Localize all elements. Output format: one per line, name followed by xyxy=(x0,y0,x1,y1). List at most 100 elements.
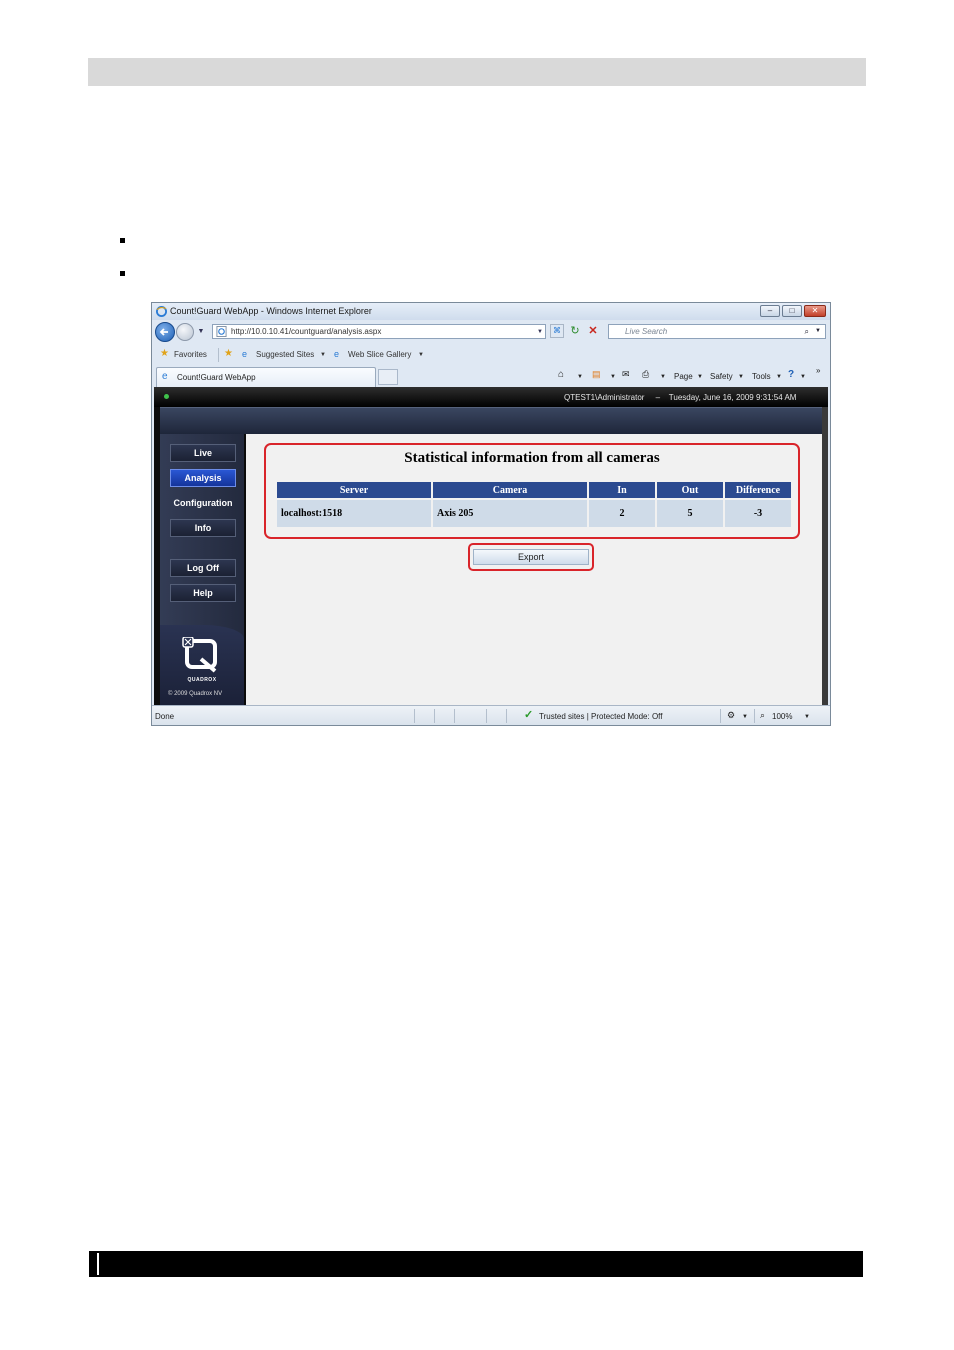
cell-server: localhost:1518 xyxy=(277,500,431,527)
compatibility-view-icon[interactable]: ⌘ xyxy=(550,324,564,338)
tab-title: Count!Guard WebApp xyxy=(177,373,256,382)
new-tab-button[interactable] xyxy=(378,369,398,385)
tab-bar: e Count!Guard WebApp ⌂ ▼ ▤ ▼ ✉ ⎙ ▼ Page … xyxy=(152,365,830,387)
logo-area: QUADROX © 2009 Quadrox NV xyxy=(160,625,244,705)
content-area: Statistical information from all cameras… xyxy=(246,434,822,705)
search-icon[interactable]: ⌕ xyxy=(805,325,809,338)
security-zone[interactable]: Trusted sites | Protected Mode: Off xyxy=(539,712,662,721)
tab-countguard[interactable]: e Count!Guard WebApp xyxy=(156,367,376,387)
web-slice-gallery-link[interactable]: Web Slice Gallery xyxy=(348,350,411,359)
home-dropdown-icon[interactable]: ▼ xyxy=(577,374,583,380)
copyright: © 2009 Quadrox NV xyxy=(168,691,223,697)
header-datetime: Tuesday, June 16, 2009 9:31:54 AM xyxy=(668,393,797,402)
menu-info[interactable]: Info xyxy=(170,519,236,537)
web-slice-dropdown-icon[interactable]: ▼ xyxy=(418,352,424,358)
safety-dropdown-icon[interactable]: ▼ xyxy=(738,374,744,380)
close-button[interactable]: ✕ xyxy=(804,305,826,317)
status-divider xyxy=(506,709,507,723)
mail-icon[interactable]: ✉ xyxy=(622,369,630,380)
status-divider xyxy=(486,709,487,723)
header-separator: – xyxy=(655,393,661,402)
status-divider xyxy=(454,709,455,723)
back-button[interactable] xyxy=(155,322,175,342)
menu-configuration[interactable]: Configuration xyxy=(164,494,242,512)
column-header-out: Out xyxy=(657,482,723,498)
menu-log-off[interactable]: Log Off xyxy=(170,559,236,577)
status-bar: Done ✓ Trusted sites | Protected Mode: O… xyxy=(152,705,830,725)
popup-blocker-icon[interactable]: ⚙ xyxy=(727,710,735,721)
stop-icon[interactable]: ✕ xyxy=(586,324,600,338)
minimize-button[interactable]: – xyxy=(760,305,780,317)
suggested-sites-link[interactable]: Suggested Sites xyxy=(256,350,314,359)
quadrox-logo-icon xyxy=(182,637,217,673)
search-placeholder: Live Search xyxy=(625,327,668,336)
favorites-bar: ★ Favorites ★ e Suggested Sites ▼ e Web … xyxy=(152,345,830,365)
print-dropdown-icon[interactable]: ▼ xyxy=(660,374,666,380)
bullet-marker-1 xyxy=(120,238,125,243)
url-text: http://10.0.10.41/countguard/analysis.as… xyxy=(231,327,382,336)
document-header-bar xyxy=(88,58,866,86)
forward-button[interactable] xyxy=(176,323,194,341)
history-dropdown-icon[interactable]: ▼ xyxy=(196,325,206,339)
safety-menu[interactable]: Safety xyxy=(710,372,733,381)
app-header: QTEST1\Administrator – Tuesday, June 16,… xyxy=(154,387,828,407)
page-right-edge xyxy=(822,407,828,705)
column-header-server: Server xyxy=(277,482,431,498)
help-icon[interactable]: ? xyxy=(788,369,794,380)
cell-camera: Axis 205 xyxy=(433,500,587,527)
print-icon[interactable]: ⎙ xyxy=(642,369,649,380)
export-highlight: Export xyxy=(468,543,594,571)
status-dot xyxy=(164,394,169,399)
page-dropdown-icon[interactable]: ▼ xyxy=(697,374,703,380)
feeds-dropdown-icon[interactable]: ▼ xyxy=(610,374,616,380)
popup-dropdown-icon[interactable]: ▼ xyxy=(742,714,748,720)
app-sidebar: Live Analysis Configuration Info Log Off… xyxy=(160,434,244,705)
zoom-icon[interactable]: ⌕ xyxy=(760,710,765,721)
favorites-button[interactable]: Favorites xyxy=(174,350,207,359)
ie-small-icon-2: e xyxy=(334,349,340,359)
tools-dropdown-icon[interactable]: ▼ xyxy=(776,374,782,380)
more-chevron-icon[interactable]: » xyxy=(816,366,820,375)
web-page: QTEST1\Administrator – Tuesday, June 16,… xyxy=(154,387,828,705)
favorites-divider xyxy=(218,348,219,362)
ie-icon xyxy=(156,306,167,317)
ie-small-icon: e xyxy=(242,349,248,359)
export-button[interactable]: Export xyxy=(473,549,589,565)
refresh-icon[interactable]: ↻ xyxy=(568,324,582,338)
tools-menu[interactable]: Tools xyxy=(752,372,771,381)
help-dropdown-icon[interactable]: ▼ xyxy=(800,374,806,380)
cell-out: 5 xyxy=(657,500,723,527)
column-header-camera: Camera xyxy=(433,482,587,498)
window-title: Count!Guard WebApp - Windows Internet Ex… xyxy=(170,306,372,316)
maximize-button[interactable]: □ xyxy=(782,305,802,317)
cell-difference: -3 xyxy=(725,500,791,527)
suggested-sites-dropdown-icon[interactable]: ▼ xyxy=(320,352,326,358)
cell-in: 2 xyxy=(589,500,655,527)
address-dropdown-icon[interactable]: ▼ xyxy=(536,325,544,339)
address-row: ▼ http://10.0.10.41/countguard/analysis.… xyxy=(152,320,830,345)
search-box[interactable]: Live Search ⌕ ▼ xyxy=(608,324,826,339)
address-bar[interactable]: http://10.0.10.41/countguard/analysis.as… xyxy=(212,324,546,339)
zoom-level[interactable]: 100% xyxy=(772,712,792,721)
browser-window: Count!Guard WebApp - Windows Internet Ex… xyxy=(151,302,831,726)
status-divider xyxy=(434,709,435,723)
menu-analysis[interactable]: Analysis xyxy=(170,469,236,487)
bullet-marker-2 xyxy=(120,271,125,276)
table-header-row: Server Camera In Out Difference xyxy=(277,482,791,498)
zoom-dropdown-icon[interactable]: ▼ xyxy=(804,714,810,720)
search-dropdown-icon[interactable]: ▼ xyxy=(815,325,821,338)
status-text: Done xyxy=(155,712,175,721)
document-footer-bar xyxy=(89,1251,863,1277)
status-divider xyxy=(720,709,721,723)
menu-help[interactable]: Help xyxy=(170,584,236,602)
footer-tick xyxy=(97,1253,99,1275)
menu-live[interactable]: Live xyxy=(170,444,236,462)
column-header-difference: Difference xyxy=(725,482,791,498)
home-icon[interactable]: ⌂ xyxy=(558,369,564,380)
add-favorite-icon[interactable]: ★ xyxy=(224,348,233,359)
feeds-icon[interactable]: ▤ xyxy=(592,369,601,380)
tab-ie-icon: e xyxy=(162,371,168,382)
table-row: localhost:1518 Axis 205 2 5 -3 xyxy=(277,500,791,527)
favorites-star-icon: ★ xyxy=(160,348,169,359)
page-menu[interactable]: Page xyxy=(674,372,693,381)
